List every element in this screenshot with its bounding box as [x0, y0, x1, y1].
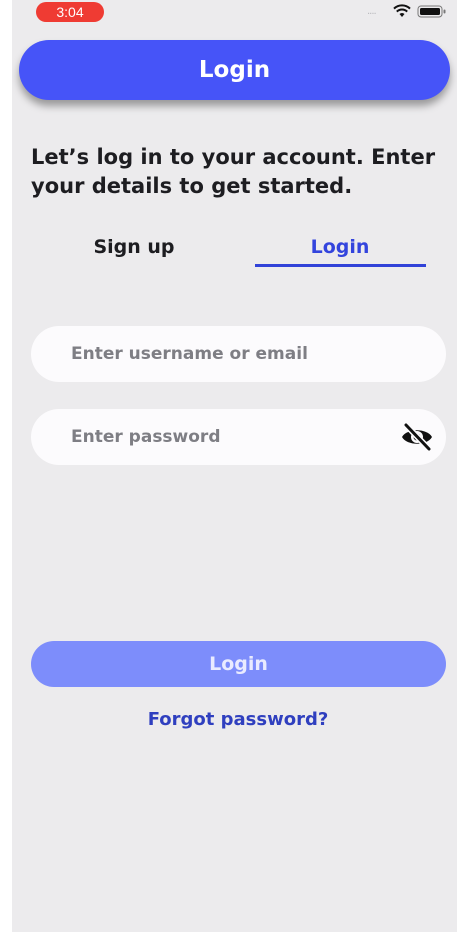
battery-icon — [417, 5, 446, 18]
username-field[interactable] — [31, 326, 446, 382]
status-time: 3:04 — [36, 2, 104, 22]
header-title-bar: Login — [19, 40, 450, 100]
password-input[interactable] — [69, 426, 393, 448]
active-tab-indicator — [255, 264, 426, 267]
eye-off-icon[interactable] — [400, 422, 434, 452]
intro-text: Let’s log in to your account. Enter your… — [31, 145, 436, 198]
login-button[interactable]: Login — [31, 641, 446, 687]
status-bar: 3:04 .... — [12, 0, 457, 28]
tab-sign-up[interactable]: Sign up — [84, 236, 184, 258]
forgot-password-link[interactable]: Forgot password? — [12, 709, 457, 730]
signal-indicator: .... — [367, 6, 377, 17]
password-field[interactable] — [31, 409, 446, 465]
username-input[interactable] — [69, 343, 393, 365]
tab-login[interactable]: Login — [255, 236, 425, 258]
wifi-icon — [393, 4, 411, 17]
login-screen: 3:04 .... Login Let’s log in to your acc… — [12, 0, 457, 932]
